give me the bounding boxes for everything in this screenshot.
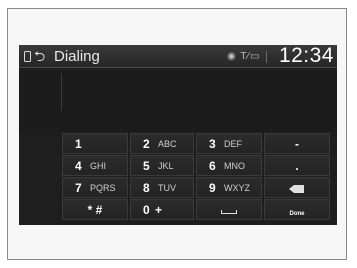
key-symbol: .	[295, 159, 299, 173]
done-button[interactable]: Done	[264, 199, 330, 220]
space-button[interactable]	[196, 199, 262, 220]
key-digit: 4	[75, 159, 82, 173]
key-letters: GHI	[90, 161, 107, 171]
key-8[interactable]: 8 TUV	[130, 177, 194, 198]
key-letters: WXYZ	[224, 183, 250, 193]
key-symbol: * #	[87, 203, 103, 217]
key-digit: 3	[209, 137, 216, 151]
key-letters: JKL	[158, 161, 174, 171]
key-9[interactable]: 9 WXYZ	[196, 177, 262, 198]
key-star-hash[interactable]: * #	[62, 199, 128, 220]
dialing-screen: ⮌ Dialing ◉ T∕▭ 12:34 1 2 ABC 3 DEF - 4 …	[19, 45, 337, 225]
key-letters: MNO	[224, 161, 245, 171]
key-digit: 6	[209, 159, 216, 173]
page-title: Dialing	[54, 48, 100, 65]
clock: 12:34	[278, 45, 334, 67]
key-digit: 5	[143, 159, 150, 173]
phone-icon[interactable]	[24, 51, 31, 62]
done-label: Done	[289, 211, 305, 217]
key-digit: 7	[75, 181, 82, 195]
key-letters: PQRS	[90, 183, 116, 193]
key-letters: DEF	[224, 139, 242, 149]
key-dash[interactable]: -	[264, 133, 330, 154]
key-letters: ABC	[158, 139, 177, 149]
key-1[interactable]: 1	[62, 133, 128, 154]
back-icon[interactable]: ⮌	[34, 46, 45, 66]
key-letters: TUV	[158, 183, 176, 193]
key-digit: 8	[143, 181, 150, 195]
status-bar: ⮌ Dialing ◉ T∕▭ 12:34	[19, 45, 337, 68]
key-3[interactable]: 3 DEF	[196, 133, 262, 154]
key-digit: 1	[75, 137, 82, 151]
dial-keypad: 1 2 ABC 3 DEF - 4 GHI 5 JKL 6 MNO . 7 PQ…	[62, 133, 332, 221]
key-digit: 0	[143, 203, 150, 217]
signal-battery-icon: ◉ T∕▭	[227, 51, 261, 62]
key-dot[interactable]: .	[264, 155, 330, 176]
space-icon	[221, 210, 237, 214]
key-6[interactable]: 6 MNO	[196, 155, 262, 176]
key-2[interactable]: 2 ABC	[130, 133, 194, 154]
entry-cursor	[61, 73, 62, 111]
backspace-icon-body	[294, 185, 304, 193]
backspace-button[interactable]	[264, 177, 330, 198]
status-divider	[266, 51, 267, 63]
key-7[interactable]: 7 PQRS	[62, 177, 128, 198]
key-5[interactable]: 5 JKL	[130, 155, 194, 176]
key-letters: +	[155, 203, 163, 217]
key-0[interactable]: 0 +	[130, 199, 194, 220]
key-4[interactable]: 4 GHI	[62, 155, 128, 176]
key-digit: 9	[209, 181, 216, 195]
key-symbol: -	[295, 137, 299, 151]
number-entry-display	[19, 68, 337, 132]
key-digit: 2	[143, 137, 150, 151]
